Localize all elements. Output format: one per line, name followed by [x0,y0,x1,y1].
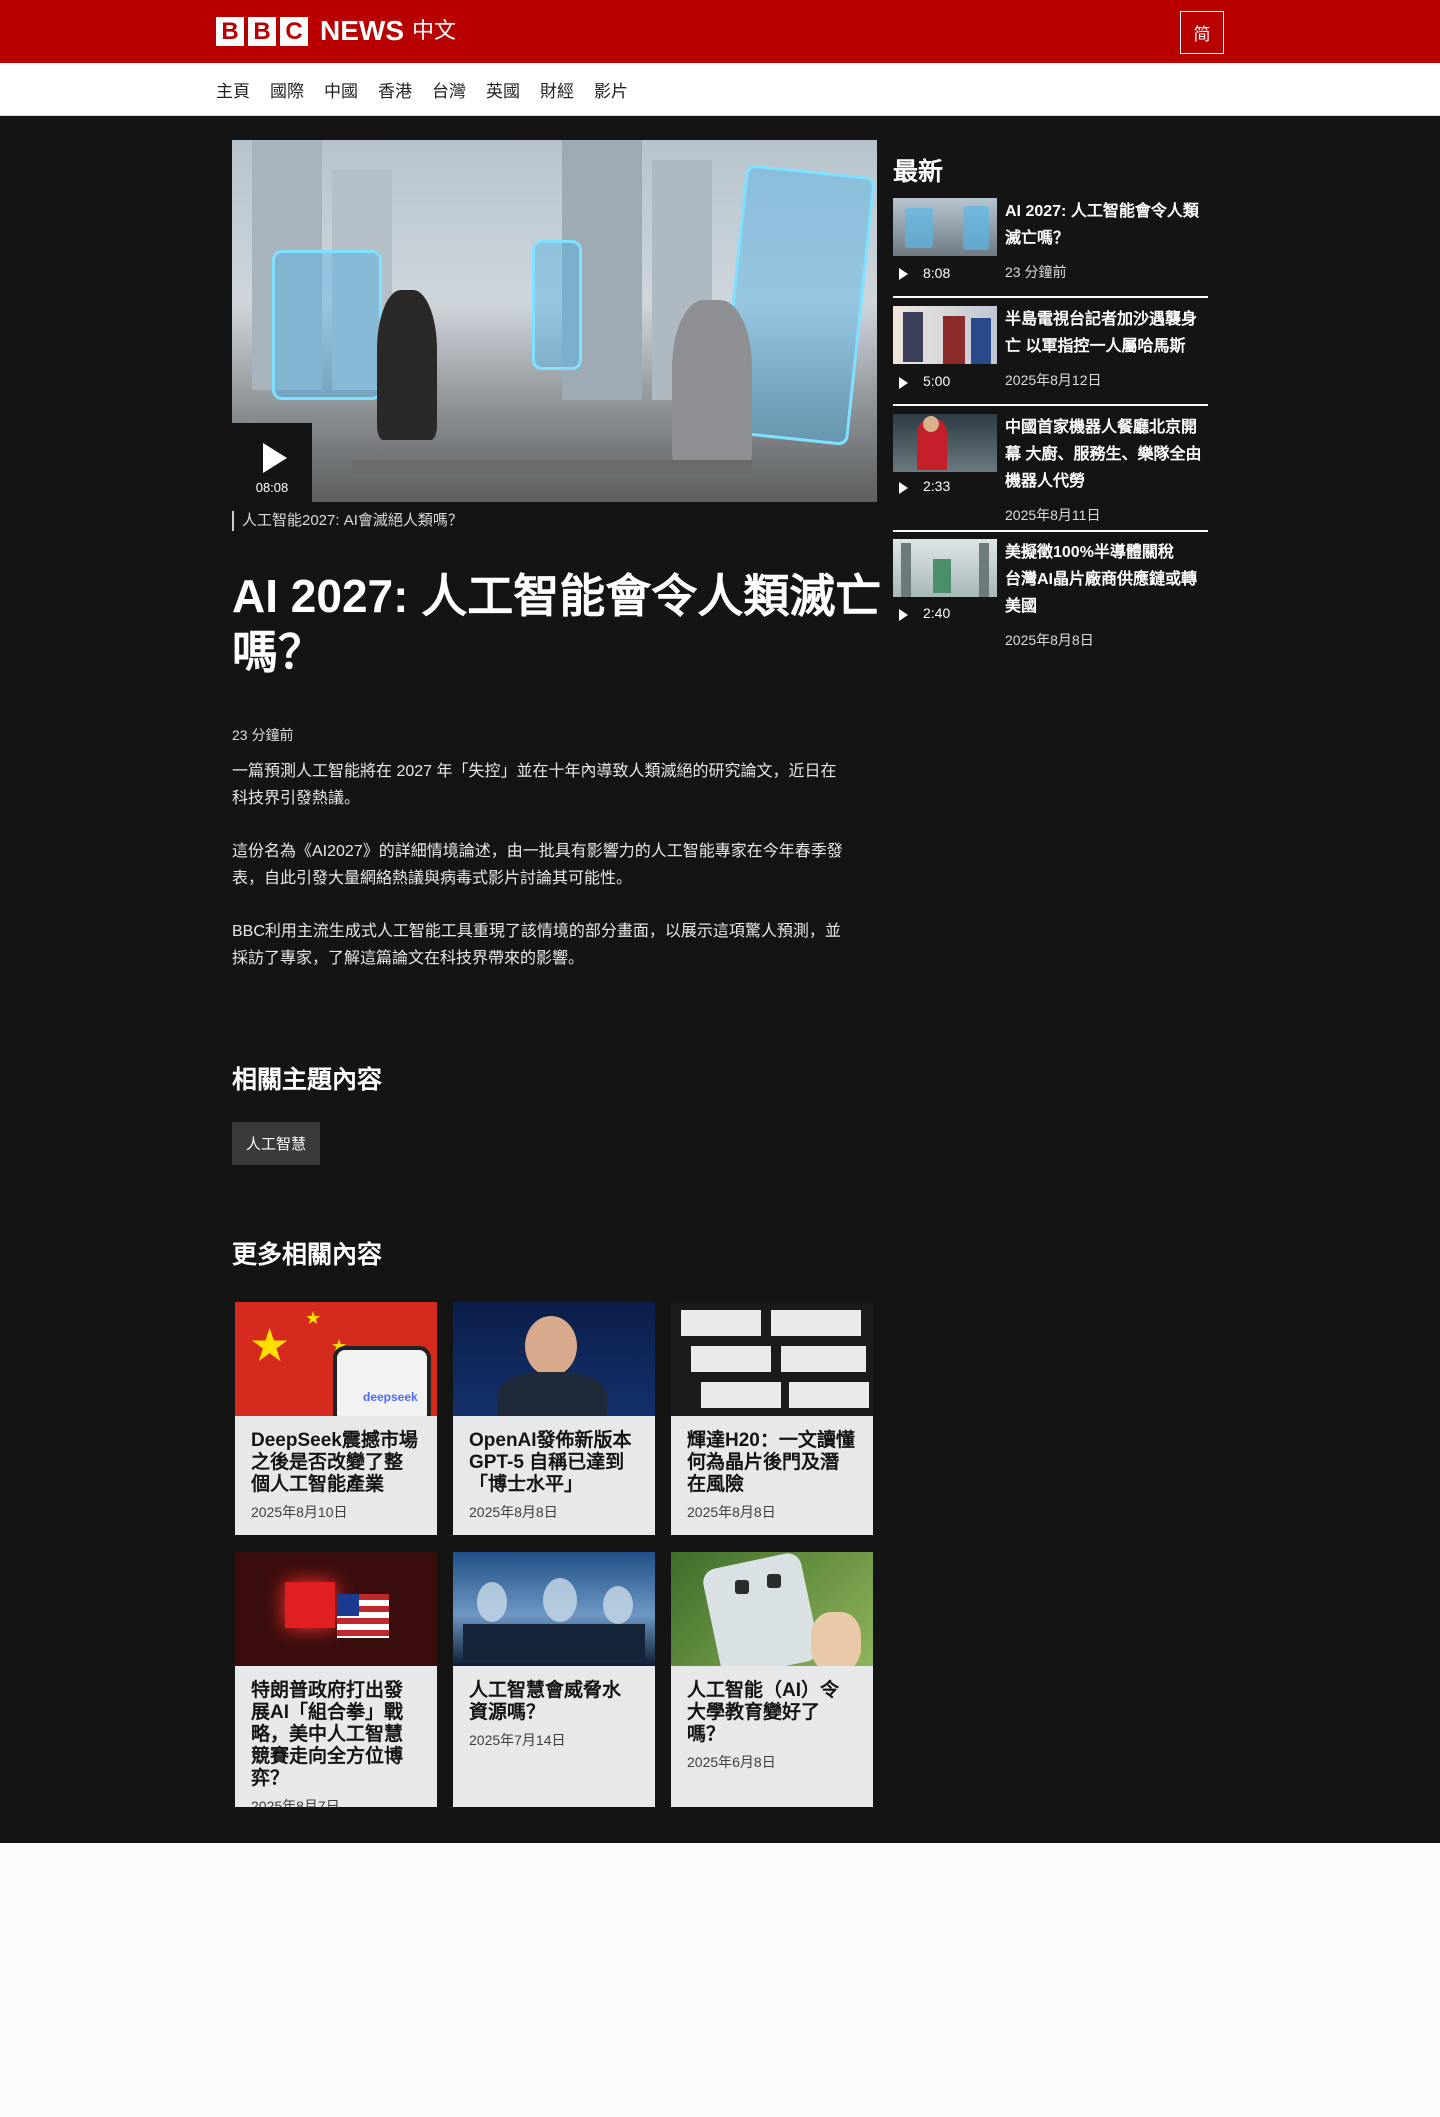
card-date: 2025年8月10日 [251,1504,348,1520]
latest-item[interactable]: 2:40 美擬徵100%半導體關稅 台灣AI晶片廠商供應鏈或轉美國 2025年8… [893,539,1208,651]
article-timestamp: 23 分鐘前 [232,727,294,743]
latest-thumbnail [893,306,997,364]
latest-item[interactable]: 2:33 中國首家機器人餐廳北京開幕 大廚、服務生、樂隊全由機器人代勞 2025… [893,414,1208,526]
related-card-water[interactable]: 人工智慧會威脅水資源嗎？ 2025年7月14日 [453,1552,655,1807]
card-image: ★ ★ ★ deepseek [235,1302,437,1416]
nav-item-hongkong[interactable]: 香港 [378,77,412,102]
logo-letter-b1: B [216,16,244,46]
related-card-deepseek[interactable]: ★ ★ ★ deepseek DeepSeek震撼市場之後是否改變了整個人工智能… [235,1302,437,1535]
related-card-trump-ai[interactable]: 特朗普政府打出發展AI「組合拳」戰略，美中人工智慧競賽走向全方位博弈？ 2025… [235,1552,437,1807]
latest-item[interactable]: 8:08 AI 2027: 人工智能會令人類滅亡嗎？ 23 分鐘前 [893,198,1208,288]
video-caption: 人工智能2027: AI會滅絕人類嗎？ [232,511,463,531]
nav-item-international[interactable]: 國際 [270,77,304,102]
card-date: 2025年8月8日 [469,1504,558,1520]
latest-date: 2025年8月8日 [1005,632,1094,648]
latest-title: 最新 [893,158,944,186]
latest-thumbnail [893,414,997,472]
latest-date: 2025年8月12日 [1005,372,1102,388]
card-title: 輝達H20：一文讀懂何為晶片後門及潛在風險 [687,1430,855,1495]
card-title: 人工智能（AI）令大學教育變好了嗎？ [687,1680,840,1745]
divider [893,404,1208,406]
more-related-title: 更多相關內容 [232,1241,383,1269]
latest-duration: 2:40 [923,605,951,621]
related-card-education[interactable]: 人工智能（AI）令大學教育變好了嗎？ 2025年6月8日 [671,1552,873,1807]
card-title: 人工智慧會威脅水資源嗎？ [469,1680,622,1723]
latest-duration: 8:08 [923,265,951,281]
play-icon [899,377,908,389]
latest-thumbnail [893,198,997,256]
card-image [453,1552,655,1666]
latest-duration: 2:33 [923,478,951,494]
latest-item[interactable]: 5:00 半島電視台記者加沙遇襲身亡 以軍指控一人屬哈馬斯 2025年8月12日 [893,306,1208,396]
related-card-nvidia-h20[interactable]: 輝達H20：一文讀懂何為晶片後門及潛在風險 2025年8月8日 [671,1302,873,1535]
nav-item-china[interactable]: 中國 [324,77,358,102]
article-paragraph-3: BBC利用主流生成式人工智能工具重現了該情境的部分畫面，以展示這項驚人預測，並採… [232,923,841,967]
nav-item-taiwan[interactable]: 台灣 [432,77,466,102]
divider [893,530,1208,532]
video-play-button[interactable]: 08:08 [232,423,312,502]
logo-language: 中文 [412,18,457,43]
card-date: 2025年8月7日 [251,1798,340,1807]
divider [893,296,1208,298]
latest-date: 2025年8月11日 [1005,507,1101,523]
logo-letter-b2: B [248,16,276,46]
nav-item-finance[interactable]: 財經 [540,77,574,102]
related-topics-title: 相關主題內容 [232,1066,383,1094]
hero-video-thumbnail[interactable] [232,140,877,502]
card-title: OpenAI發佈新版本GPT-5 自稱已達到「博士水平」 [469,1430,632,1495]
play-icon [263,443,287,473]
top-bar: B B C NEWS 中文 简 [0,0,1440,63]
logo-letter-c: C [280,16,308,46]
play-icon [899,609,908,621]
nav-item-uk[interactable]: 英國 [486,77,520,102]
nav-item-video[interactable]: 影片 [594,77,628,102]
article-paragraph-2: 這份名為《AI2027》的詳細情境論述，由一批具有影響力的人工智能專家在今年春季… [232,843,843,887]
card-date: 2025年8月8日 [687,1504,776,1520]
card-date: 2025年7月14日 [469,1732,566,1748]
topic-tag-ai[interactable]: 人工智慧 [232,1122,320,1165]
card-image [671,1552,873,1666]
play-icon [899,482,908,494]
latest-headline: AI 2027: 人工智能會令人類滅亡嗎？ [1005,203,1199,247]
latest-headline: 美擬徵100%半導體關稅 台灣AI晶片廠商供應鏈或轉美國 [1005,544,1198,615]
card-image [235,1552,437,1666]
card-image [453,1302,655,1416]
script-toggle-button[interactable]: 简 [1180,11,1224,54]
card-title: DeepSeek震撼市場之後是否改變了整個人工智能產業 [251,1430,418,1495]
related-card-gpt5[interactable]: OpenAI發佈新版本GPT-5 自稱已達到「博士水平」 2025年8月8日 [453,1302,655,1535]
nav-item-home[interactable]: 主頁 [216,77,250,102]
bbc-news-logo[interactable]: B B C NEWS 中文 [216,16,456,46]
logo-news: NEWS [320,15,404,46]
article-headline: AI 2027: 人工智能會令人類滅亡嗎？ [232,570,882,678]
latest-date: 23 分鐘前 [1005,264,1067,280]
latest-headline: 中國首家機器人餐廳北京開幕 大廚、服務生、樂隊全由機器人代勞 [1005,419,1202,490]
card-image [671,1302,873,1416]
article-paragraph-1: 一篇預測人工智能將在 2027 年「失控」並在十年內導致人類滅絕的研究論文，近日… [232,763,837,807]
card-title: 特朗普政府打出發展AI「組合拳」戰略，美中人工智慧競賽走向全方位博弈？ [251,1680,404,1789]
play-icon [899,268,908,280]
latest-duration: 5:00 [923,373,951,389]
latest-headline: 半島電視台記者加沙遇襲身亡 以軍指控一人屬哈馬斯 [1005,311,1198,355]
section-nav: 主頁 國際 中國 香港 台灣 英國 財經 影片 [0,63,1440,116]
card-date: 2025年6月8日 [687,1754,776,1770]
video-duration: 08:08 [255,480,289,495]
latest-thumbnail [893,539,997,597]
